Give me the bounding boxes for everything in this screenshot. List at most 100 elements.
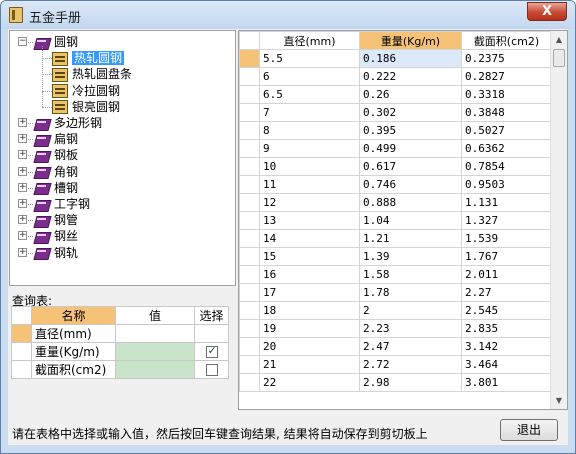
grid-row-header[interactable] [239, 283, 260, 302]
grid-cell-diameter[interactable]: 14 [259, 229, 360, 248]
grid-row-header[interactable] [239, 211, 260, 230]
grid-cell-area[interactable]: 2.011 [461, 265, 552, 284]
scroll-thumb[interactable] [553, 49, 565, 67]
grid-row[interactable]: 21 2.72 3.464 [239, 355, 552, 374]
grid-row-header[interactable] [239, 175, 260, 194]
grid-cell-diameter[interactable]: 6 [259, 67, 360, 86]
query-value-cell[interactable] [115, 360, 195, 379]
grid-row[interactable]: 16 1.58 2.011 [239, 265, 552, 284]
grid-header-weight[interactable]: 重量(Kg/m) [359, 31, 462, 50]
grid-row-header[interactable] [239, 67, 260, 86]
query-row[interactable]: 直径(mm) [11, 324, 229, 343]
query-row[interactable]: 截面积(cm2) [11, 360, 229, 379]
tree-item[interactable]: 钢轨 [34, 245, 78, 261]
query-row-header[interactable] [11, 360, 32, 379]
grid-row[interactable]: 5.5 0.186 0.2375 [239, 49, 552, 68]
tree-item[interactable]: 槽钢 [34, 180, 78, 196]
grid-cell-area[interactable]: 3.801 [461, 373, 552, 392]
grid-cell-area[interactable]: 0.2827 [461, 67, 552, 86]
grid-row[interactable]: 12 0.888 1.131 [239, 193, 552, 212]
grid-row-header[interactable] [239, 193, 260, 212]
tree-expander-icon[interactable]: + [18, 231, 27, 241]
grid-cell-area[interactable]: 3.142 [461, 337, 552, 356]
grid-cell-area[interactable]: 0.9503 [461, 175, 552, 194]
grid-cell-diameter[interactable]: 20 [259, 337, 360, 356]
grid-cell-area[interactable]: 0.6362 [461, 139, 552, 158]
query-value-cell[interactable] [115, 324, 195, 343]
grid-cell-weight[interactable]: 1.58 [359, 265, 462, 284]
grid-cell-diameter[interactable]: 16 [259, 265, 360, 284]
grid-cell-area[interactable]: 1.767 [461, 247, 552, 266]
grid-cell-area[interactable]: 2.835 [461, 319, 552, 338]
grid-cell-area[interactable]: 0.3318 [461, 85, 552, 104]
grid-cell-area[interactable]: 0.3848 [461, 103, 552, 122]
query-header-name[interactable]: 名称 [31, 306, 116, 325]
grid-cell-weight[interactable]: 1.39 [359, 247, 462, 266]
grid-cell-weight[interactable]: 2.47 [359, 337, 462, 356]
query-header-value[interactable]: 值 [115, 306, 195, 325]
grid-cell-area[interactable]: 1.539 [461, 229, 552, 248]
grid-cell-weight[interactable]: 0.302 [359, 103, 462, 122]
tree-expander-icon[interactable]: + [18, 134, 27, 144]
tree-item[interactable]: 钢板 [34, 147, 78, 163]
grid-cell-diameter[interactable]: 17 [259, 283, 360, 302]
grid-row[interactable]: 11 0.746 0.9503 [239, 175, 552, 194]
grid-cell-area[interactable]: 0.2375 [461, 49, 552, 68]
grid-row[interactable]: 9 0.499 0.6362 [239, 139, 552, 158]
grid-row[interactable]: 7 0.302 0.3848 [239, 103, 552, 122]
grid-row-header[interactable] [239, 319, 260, 338]
grid-cell-diameter[interactable]: 22 [259, 373, 360, 392]
exit-button[interactable]: 退出 [500, 419, 558, 441]
grid-cell-weight[interactable]: 2.23 [359, 319, 462, 338]
grid-row[interactable]: 14 1.21 1.539 [239, 229, 552, 248]
grid-cell-weight[interactable]: 0.26 [359, 85, 462, 104]
select-checkbox[interactable] [205, 364, 218, 376]
grid-cell-weight[interactable]: 1.04 [359, 211, 462, 230]
grid-cell-diameter[interactable]: 21 [259, 355, 360, 374]
grid-row[interactable]: 15 1.39 1.767 [239, 247, 552, 266]
grid-row[interactable]: 19 2.23 2.835 [239, 319, 552, 338]
tree-item[interactable]: 多边形钢 [34, 115, 102, 131]
grid-row[interactable]: 10 0.617 0.7854 [239, 157, 552, 176]
grid-cell-area[interactable]: 1.327 [461, 211, 552, 230]
grid-cell-weight[interactable]: 0.499 [359, 139, 462, 158]
grid-row[interactable]: 20 2.47 3.142 [239, 337, 552, 356]
grid-row[interactable]: 22 2.98 3.801 [239, 373, 552, 392]
grid-cell-weight[interactable]: 0.888 [359, 193, 462, 212]
grid-row-header[interactable] [239, 139, 260, 158]
tree-item[interactable]: 工字钢 [34, 196, 90, 212]
grid-cell-weight[interactable]: 1.78 [359, 283, 462, 302]
grid-cell-diameter[interactable]: 7 [259, 103, 360, 122]
tree-expander-icon[interactable]: + [18, 166, 27, 176]
grid-cell-weight[interactable]: 2.72 [359, 355, 462, 374]
grid-cell-diameter[interactable]: 8 [259, 121, 360, 140]
tree-child-item[interactable]: 热轧圆钢 [52, 50, 125, 66]
tree-item[interactable]: 角钢 [34, 164, 78, 180]
grid-cell-weight[interactable]: 2 [359, 301, 462, 320]
grid-header-area[interactable]: 截面积(cm2) [461, 31, 552, 50]
grid-cell-area[interactable]: 2.545 [461, 301, 552, 320]
query-row-header[interactable] [11, 342, 32, 361]
query-header-select[interactable]: 选择 [194, 306, 229, 325]
grid-cell-weight[interactable]: 0.222 [359, 67, 462, 86]
grid-header-diameter[interactable]: 直径(mm) [259, 31, 360, 50]
tree-expander-icon[interactable]: + [18, 118, 27, 127]
tree-expander-icon[interactable]: + [18, 215, 27, 225]
tree-item[interactable]: 钢丝 [34, 228, 78, 244]
close-button[interactable]: X [527, 2, 567, 21]
grid-row[interactable]: 18 2 2.545 [239, 301, 552, 320]
query-row[interactable]: 重量(Kg/m) [11, 342, 229, 361]
grid-cell-weight[interactable]: 0.395 [359, 121, 462, 140]
scroll-down-arrow-icon[interactable]: ▼ [551, 392, 567, 409]
tree-expander-icon[interactable]: − [18, 37, 27, 46]
query-value-cell[interactable] [115, 342, 195, 361]
grid-row-header[interactable] [239, 103, 260, 122]
grid-cell-weight[interactable]: 2.98 [359, 373, 462, 392]
tree-item[interactable]: 钢管 [34, 212, 78, 228]
grid-row-header[interactable] [239, 229, 260, 248]
tree-expander-icon[interactable]: + [18, 247, 27, 257]
tree-child-item[interactable]: 冷拉圆钢 [52, 83, 120, 99]
grid-cell-area[interactable]: 1.131 [461, 193, 552, 212]
grid-row-header[interactable] [239, 337, 260, 356]
title-bar[interactable]: 五金手册 X [1, 1, 575, 29]
